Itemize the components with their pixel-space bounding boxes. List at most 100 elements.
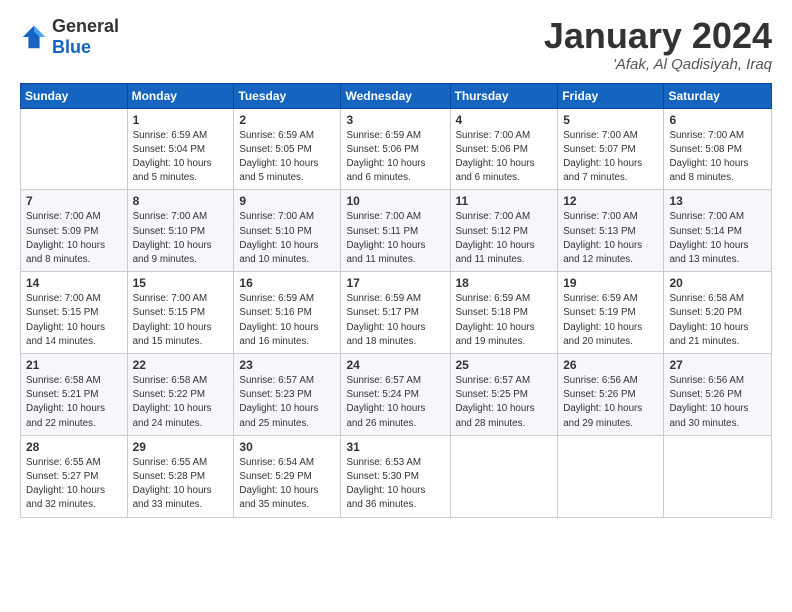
day-info: Sunrise: 6:59 AMSunset: 5:06 PMDaylight:… xyxy=(346,129,444,186)
day-number: 13 xyxy=(669,194,766,208)
day-number: 23 xyxy=(239,358,335,372)
day-number: 20 xyxy=(669,276,766,290)
day-info: Sunrise: 7:00 AMSunset: 5:07 PMDaylight:… xyxy=(563,129,658,186)
day-number: 5 xyxy=(563,113,658,127)
table-row: 31 Sunrise: 6:53 AMSunset: 5:30 PMDayligh… xyxy=(341,435,450,517)
day-number: 8 xyxy=(133,194,229,208)
calendar-week-2: 7 Sunrise: 7:00 AMSunset: 5:09 PMDaylight… xyxy=(21,190,772,272)
day-number: 22 xyxy=(133,358,229,372)
day-info: Sunrise: 6:56 AMSunset: 5:26 PMDaylight:… xyxy=(563,374,658,431)
page: General Blue January 2024 'Afak, Al Qadi… xyxy=(0,0,792,612)
table-row: 25 Sunrise: 6:57 AMSunset: 5:25 PMDayligh… xyxy=(450,354,558,436)
col-sunday: Sunday xyxy=(21,83,128,108)
day-info: Sunrise: 6:59 AMSunset: 5:04 PMDaylight:… xyxy=(133,129,229,186)
table-row xyxy=(664,435,772,517)
col-wednesday: Wednesday xyxy=(341,83,450,108)
table-row: 30 Sunrise: 6:54 AMSunset: 5:29 PMDayligh… xyxy=(234,435,341,517)
table-row xyxy=(21,108,128,190)
table-row xyxy=(558,435,664,517)
day-number: 12 xyxy=(563,194,658,208)
logo-text: General Blue xyxy=(52,16,119,58)
table-row: 27 Sunrise: 6:56 AMSunset: 5:26 PMDayligh… xyxy=(664,354,772,436)
col-tuesday: Tuesday xyxy=(234,83,341,108)
day-info: Sunrise: 7:00 AMSunset: 5:09 PMDaylight:… xyxy=(26,210,122,267)
col-thursday: Thursday xyxy=(450,83,558,108)
day-number: 14 xyxy=(26,276,122,290)
day-number: 7 xyxy=(26,194,122,208)
calendar-header-row: Sunday Monday Tuesday Wednesday Thursday… xyxy=(21,83,772,108)
table-row: 23Sunrise: 6:57 AMSunset: 5:23 PMDayligh… xyxy=(234,354,341,436)
day-info: Sunrise: 6:55 AMSunset: 5:27 PMDaylight:… xyxy=(26,456,122,513)
logo-general: General xyxy=(52,16,119,36)
day-info: Sunrise: 7:00 AMSunset: 5:10 PMDaylight:… xyxy=(133,210,229,267)
day-info: Sunrise: 6:59 AMSunset: 5:05 PMDaylight:… xyxy=(239,129,335,186)
day-number: 10 xyxy=(346,194,444,208)
table-row: 7 Sunrise: 7:00 AMSunset: 5:09 PMDaylight… xyxy=(21,190,128,272)
table-row xyxy=(450,435,558,517)
day-number: 16 xyxy=(239,276,335,290)
calendar-week-5: 28 Sunrise: 6:55 AMSunset: 5:27 PMDayligh… xyxy=(21,435,772,517)
col-friday: Friday xyxy=(558,83,664,108)
table-row: 6Sunrise: 7:00 AMSunset: 5:08 PMDaylight… xyxy=(664,108,772,190)
day-info: Sunrise: 6:59 AMSunset: 5:18 PMDaylight:… xyxy=(456,292,553,349)
calendar: Sunday Monday Tuesday Wednesday Thursday… xyxy=(20,83,772,518)
table-row: 9Sunrise: 7:00 AMSunset: 5:10 PMDaylight… xyxy=(234,190,341,272)
day-info: Sunrise: 6:59 AMSunset: 5:19 PMDaylight:… xyxy=(563,292,658,349)
calendar-week-3: 14 Sunrise: 7:00 AMSunset: 5:15 PMDayligh… xyxy=(21,272,772,354)
day-number: 2 xyxy=(239,113,335,127)
day-number: 31 xyxy=(346,440,444,454)
table-row: 20Sunrise: 6:58 AMSunset: 5:20 PMDayligh… xyxy=(664,272,772,354)
logo: General Blue xyxy=(20,16,119,58)
table-row: 28 Sunrise: 6:55 AMSunset: 5:27 PMDayligh… xyxy=(21,435,128,517)
day-info: Sunrise: 6:53 AMSunset: 5:30 PMDaylight:… xyxy=(346,456,444,513)
table-row: 15 Sunrise: 7:00 AMSunset: 5:15 PMDayligh… xyxy=(127,272,234,354)
table-row: 22Sunrise: 6:58 AMSunset: 5:22 PMDayligh… xyxy=(127,354,234,436)
day-number: 21 xyxy=(26,358,122,372)
day-info: Sunrise: 6:55 AMSunset: 5:28 PMDaylight:… xyxy=(133,456,229,513)
day-info: Sunrise: 6:56 AMSunset: 5:26 PMDaylight:… xyxy=(669,374,766,431)
day-info: Sunrise: 6:54 AMSunset: 5:29 PMDaylight:… xyxy=(239,456,335,513)
day-number: 28 xyxy=(26,440,122,454)
table-row: 12Sunrise: 7:00 AMSunset: 5:13 PMDayligh… xyxy=(558,190,664,272)
calendar-week-4: 21 Sunrise: 6:58 AMSunset: 5:21 PMDayligh… xyxy=(21,354,772,436)
day-info: Sunrise: 7:00 AMSunset: 5:06 PMDaylight:… xyxy=(456,129,553,186)
day-info: Sunrise: 7:00 AMSunset: 5:15 PMDaylight:… xyxy=(133,292,229,349)
table-row: 11Sunrise: 7:00 AMSunset: 5:12 PMDayligh… xyxy=(450,190,558,272)
table-row: 1 Sunrise: 6:59 AMSunset: 5:04 PMDaylight… xyxy=(127,108,234,190)
month-title: January 2024 xyxy=(544,16,772,56)
day-number: 15 xyxy=(133,276,229,290)
day-info: Sunrise: 6:59 AMSunset: 5:16 PMDaylight:… xyxy=(239,292,335,349)
table-row: 24Sunrise: 6:57 AMSunset: 5:24 PMDayligh… xyxy=(341,354,450,436)
day-number: 26 xyxy=(563,358,658,372)
day-number: 27 xyxy=(669,358,766,372)
day-info: Sunrise: 7:00 AMSunset: 5:08 PMDaylight:… xyxy=(669,129,766,186)
title-area: January 2024 'Afak, Al Qadisiyah, Iraq xyxy=(544,16,772,73)
table-row: 13 Sunrise: 7:00 AMSunset: 5:14 PMDayligh… xyxy=(664,190,772,272)
day-info: Sunrise: 7:00 AMSunset: 5:14 PMDaylight:… xyxy=(669,210,766,267)
table-row: 2 Sunrise: 6:59 AMSunset: 5:05 PMDaylight… xyxy=(234,108,341,190)
logo-icon xyxy=(20,23,48,51)
day-info: Sunrise: 6:58 AMSunset: 5:21 PMDaylight:… xyxy=(26,374,122,431)
day-info: Sunrise: 6:57 AMSunset: 5:25 PMDaylight:… xyxy=(456,374,553,431)
col-monday: Monday xyxy=(127,83,234,108)
day-number: 3 xyxy=(346,113,444,127)
day-number: 1 xyxy=(133,113,229,127)
day-number: 29 xyxy=(133,440,229,454)
table-row: 14 Sunrise: 7:00 AMSunset: 5:15 PMDayligh… xyxy=(21,272,128,354)
table-row: 29 Sunrise: 6:55 AMSunset: 5:28 PMDayligh… xyxy=(127,435,234,517)
day-number: 30 xyxy=(239,440,335,454)
day-info: Sunrise: 7:00 AMSunset: 5:12 PMDaylight:… xyxy=(456,210,553,267)
day-number: 24 xyxy=(346,358,444,372)
table-row: 21 Sunrise: 6:58 AMSunset: 5:21 PMDayligh… xyxy=(21,354,128,436)
col-saturday: Saturday xyxy=(664,83,772,108)
logo-blue: Blue xyxy=(52,37,91,57)
header: General Blue January 2024 'Afak, Al Qadi… xyxy=(20,16,772,73)
day-info: Sunrise: 7:00 AMSunset: 5:15 PMDaylight:… xyxy=(26,292,122,349)
day-number: 25 xyxy=(456,358,553,372)
day-number: 19 xyxy=(563,276,658,290)
table-row: 4Sunrise: 7:00 AMSunset: 5:06 PMDaylight… xyxy=(450,108,558,190)
calendar-week-1: 1 Sunrise: 6:59 AMSunset: 5:04 PMDaylight… xyxy=(21,108,772,190)
table-row: 10Sunrise: 7:00 AMSunset: 5:11 PMDayligh… xyxy=(341,190,450,272)
day-number: 9 xyxy=(239,194,335,208)
table-row: 5 Sunrise: 7:00 AMSunset: 5:07 PMDaylight… xyxy=(558,108,664,190)
